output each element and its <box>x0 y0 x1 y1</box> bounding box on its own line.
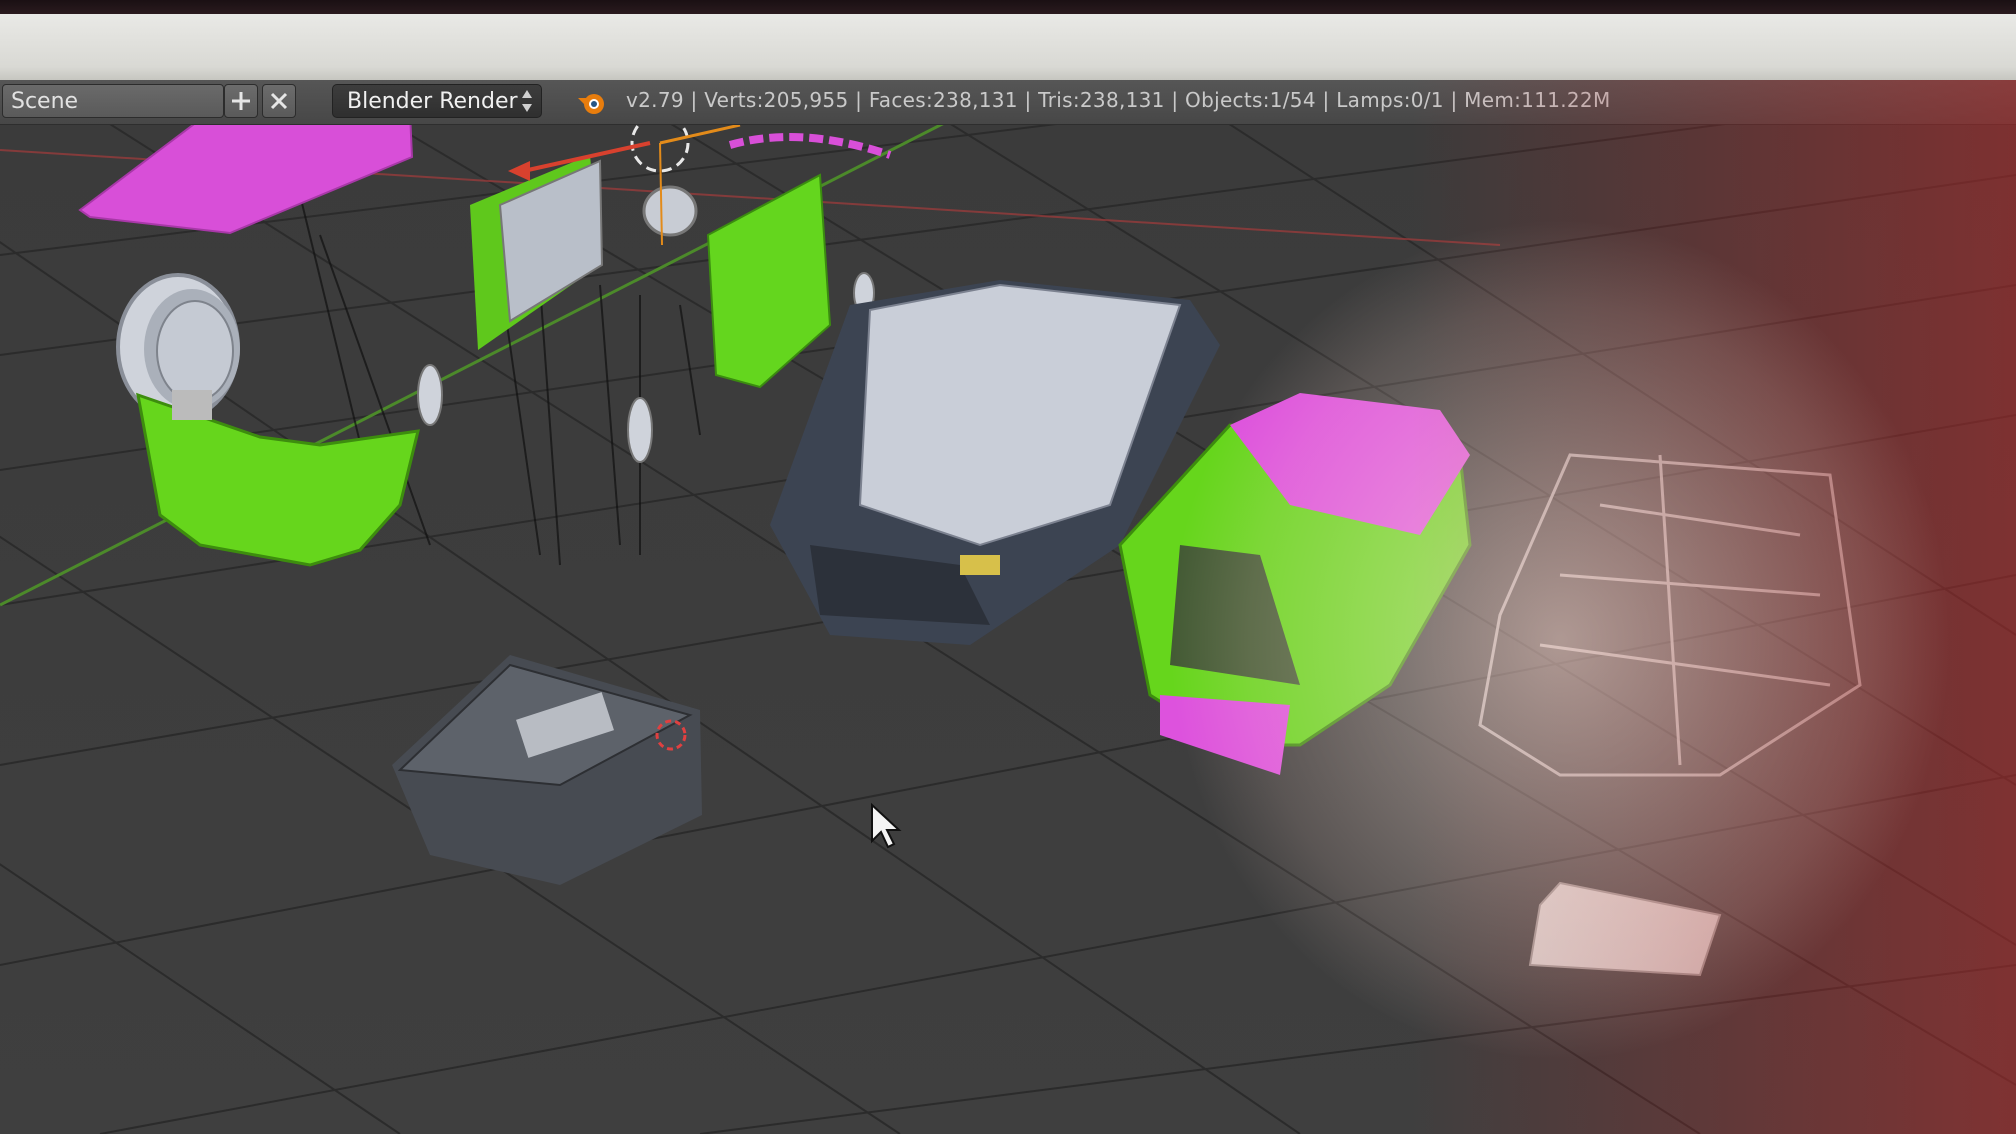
blender-logo-icon <box>578 94 604 114</box>
steering-wheel[interactable] <box>642 185 698 237</box>
delete-scene-button[interactable] <box>262 84 296 118</box>
up-down-arrow-icon <box>522 90 532 112</box>
info-header: Scene Blender Render v2.79 | Verts:205,9… <box>0 80 2016 125</box>
plus-icon <box>232 92 250 110</box>
monitor-bezel <box>0 0 2016 14</box>
window-top-bar <box>0 14 2016 80</box>
viewport-canvas[interactable] <box>0 125 2016 1134</box>
scene-statistics: v2.79 | Verts:205,955 | Faces:238,131 | … <box>626 88 1611 112</box>
scene-selector[interactable]: Scene <box>2 84 224 118</box>
bumper-intake <box>172 390 212 420</box>
wheel-cap[interactable] <box>417 364 443 426</box>
wheel-cap[interactable] <box>627 397 653 463</box>
scene-name: Scene <box>11 88 79 114</box>
close-icon <box>270 92 288 110</box>
render-engine-dropdown[interactable]: Blender Render <box>332 84 542 118</box>
render-engine-label: Blender Render <box>347 88 518 114</box>
viewport-background <box>0 125 2016 1134</box>
3d-viewport[interactable] <box>0 125 2016 1134</box>
add-scene-button[interactable] <box>224 84 258 118</box>
